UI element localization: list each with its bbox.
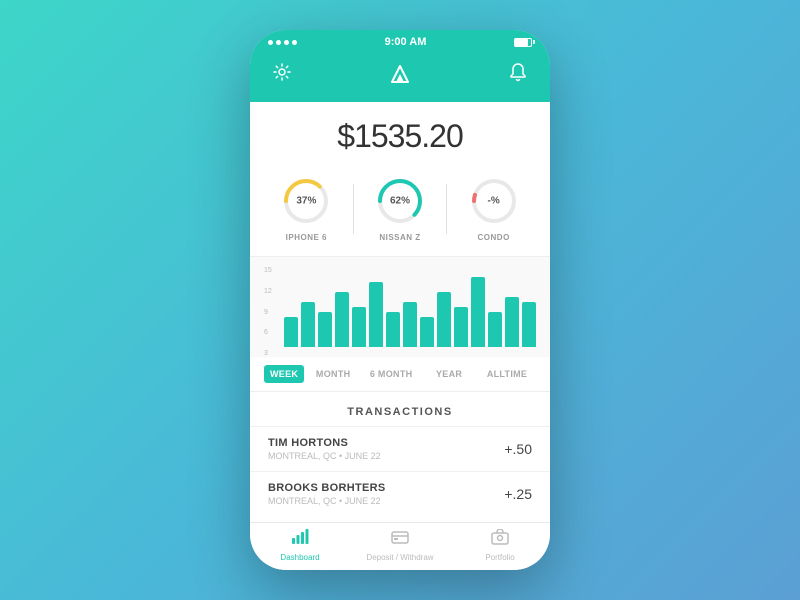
app-logo bbox=[386, 60, 414, 88]
chart-container: 15 12 9 6 3 bbox=[264, 267, 536, 357]
y-label-6: 6 bbox=[264, 329, 272, 336]
deposit-icon bbox=[391, 529, 409, 550]
gauge-condo: -% CONDO bbox=[447, 175, 540, 242]
transaction-name-0: TIM HORTONS bbox=[268, 437, 381, 449]
gauge-name-condo: CONDO bbox=[478, 233, 510, 242]
nav-portfolio[interactable]: Portfolio bbox=[450, 529, 550, 562]
transaction-item-0[interactable]: TIM HORTONS MONTREAL, QC • JUNE 22 +.50 bbox=[250, 426, 550, 471]
chart-bar-7 bbox=[403, 302, 417, 347]
gauge-circle-nissanz: 62% bbox=[374, 175, 426, 227]
status-bar: 9:00 AM bbox=[250, 30, 550, 52]
chart-bar-14 bbox=[522, 302, 536, 347]
nav-deposit[interactable]: Deposit / Withdraw bbox=[350, 529, 450, 562]
gauge-name-nissanz: NISSAN Z bbox=[379, 233, 420, 242]
gauge-iphone6: 37% IPHONE 6 bbox=[260, 175, 353, 242]
dashboard-icon bbox=[291, 529, 309, 550]
chart-bar-6 bbox=[386, 312, 400, 347]
chart-bar-11 bbox=[471, 277, 485, 347]
transaction-amount-0: +.50 bbox=[504, 441, 532, 457]
chart-bar-8 bbox=[420, 317, 434, 347]
chart-bar-12 bbox=[488, 312, 502, 347]
nav-label-deposit: Deposit / Withdraw bbox=[366, 553, 433, 562]
bottom-nav: Dashboard Deposit / Withdraw Portfolio bbox=[250, 522, 550, 570]
y-label-12: 12 bbox=[264, 288, 272, 295]
chart-bar-0 bbox=[284, 317, 298, 347]
tab-alltime[interactable]: ALLTIME bbox=[478, 365, 536, 383]
chart-bar-10 bbox=[454, 307, 468, 347]
main-content: $1535.20 37% IPHONE 6 bbox=[250, 102, 550, 522]
transaction-item-1[interactable]: BROOKS BORHTERS MONTREAL, QC • JUNE 22 +… bbox=[250, 471, 550, 516]
gauge-label-condo: -% bbox=[488, 196, 500, 207]
gauge-nissanz: 62% NISSAN Z bbox=[354, 175, 447, 242]
settings-icon[interactable] bbox=[272, 62, 292, 87]
balance-section: $1535.20 bbox=[250, 102, 550, 167]
transaction-amount-1: +.25 bbox=[504, 486, 532, 502]
nav-label-dashboard: Dashboard bbox=[280, 553, 319, 562]
chart-bar-2 bbox=[318, 312, 332, 347]
gauge-label-iphone6: 37% bbox=[296, 196, 316, 207]
gauge-label-nissanz: 62% bbox=[390, 196, 410, 207]
gauges-section: 37% IPHONE 6 62% NISSAN Z bbox=[250, 167, 550, 257]
transaction-name-1: BROOKS BORHTERS bbox=[268, 482, 386, 494]
transaction-sub-1: MONTREAL, QC • JUNE 22 bbox=[268, 496, 386, 506]
y-label-9: 9 bbox=[264, 309, 272, 316]
status-time: 9:00 AM bbox=[385, 36, 427, 48]
nav-label-portfolio: Portfolio bbox=[485, 553, 514, 562]
transactions-section: TRANSACTIONS TIM HORTONS MONTREAL, QC • … bbox=[250, 392, 550, 516]
tab-month[interactable]: MONTH bbox=[304, 365, 362, 383]
transaction-left-0: TIM HORTONS MONTREAL, QC • JUNE 22 bbox=[268, 437, 381, 461]
phone-frame: 9:00 AM $1535.20 bbox=[250, 30, 550, 570]
app-header bbox=[250, 52, 550, 102]
tab-year[interactable]: YEAR bbox=[420, 365, 478, 383]
balance-amount: $1535.20 bbox=[250, 118, 550, 155]
chart-section: 15 12 9 6 3 bbox=[250, 257, 550, 357]
transactions-title: TRANSACTIONS bbox=[250, 402, 550, 426]
y-label-15: 15 bbox=[264, 267, 272, 274]
transaction-sub-0: MONTREAL, QC • JUNE 22 bbox=[268, 451, 381, 461]
signal-dots bbox=[268, 40, 297, 45]
chart-bar-4 bbox=[352, 307, 366, 347]
chart-bar-5 bbox=[369, 282, 383, 347]
y-label-3: 3 bbox=[264, 350, 272, 357]
chart-bar-13 bbox=[505, 297, 519, 347]
chart-y-axis: 15 12 9 6 3 bbox=[264, 267, 272, 357]
chart-bars bbox=[284, 267, 536, 347]
chart-bar-3 bbox=[335, 292, 349, 347]
tab-6month[interactable]: 6 MONTH bbox=[362, 365, 420, 383]
gauge-circle-iphone6: 37% bbox=[280, 175, 332, 227]
gauge-circle-condo: -% bbox=[468, 175, 520, 227]
portfolio-icon bbox=[491, 529, 509, 550]
time-tabs: WEEK MONTH 6 MONTH YEAR ALLTIME bbox=[250, 357, 550, 392]
chart-bar-1 bbox=[301, 302, 315, 347]
notification-icon[interactable] bbox=[508, 62, 528, 87]
battery-indicator bbox=[514, 38, 532, 47]
tab-week[interactable]: WEEK bbox=[264, 365, 304, 383]
gauge-name-iphone6: IPHONE 6 bbox=[286, 233, 327, 242]
nav-dashboard[interactable]: Dashboard bbox=[250, 529, 350, 562]
transaction-left-1: BROOKS BORHTERS MONTREAL, QC • JUNE 22 bbox=[268, 482, 386, 506]
chart-bar-9 bbox=[437, 292, 451, 347]
